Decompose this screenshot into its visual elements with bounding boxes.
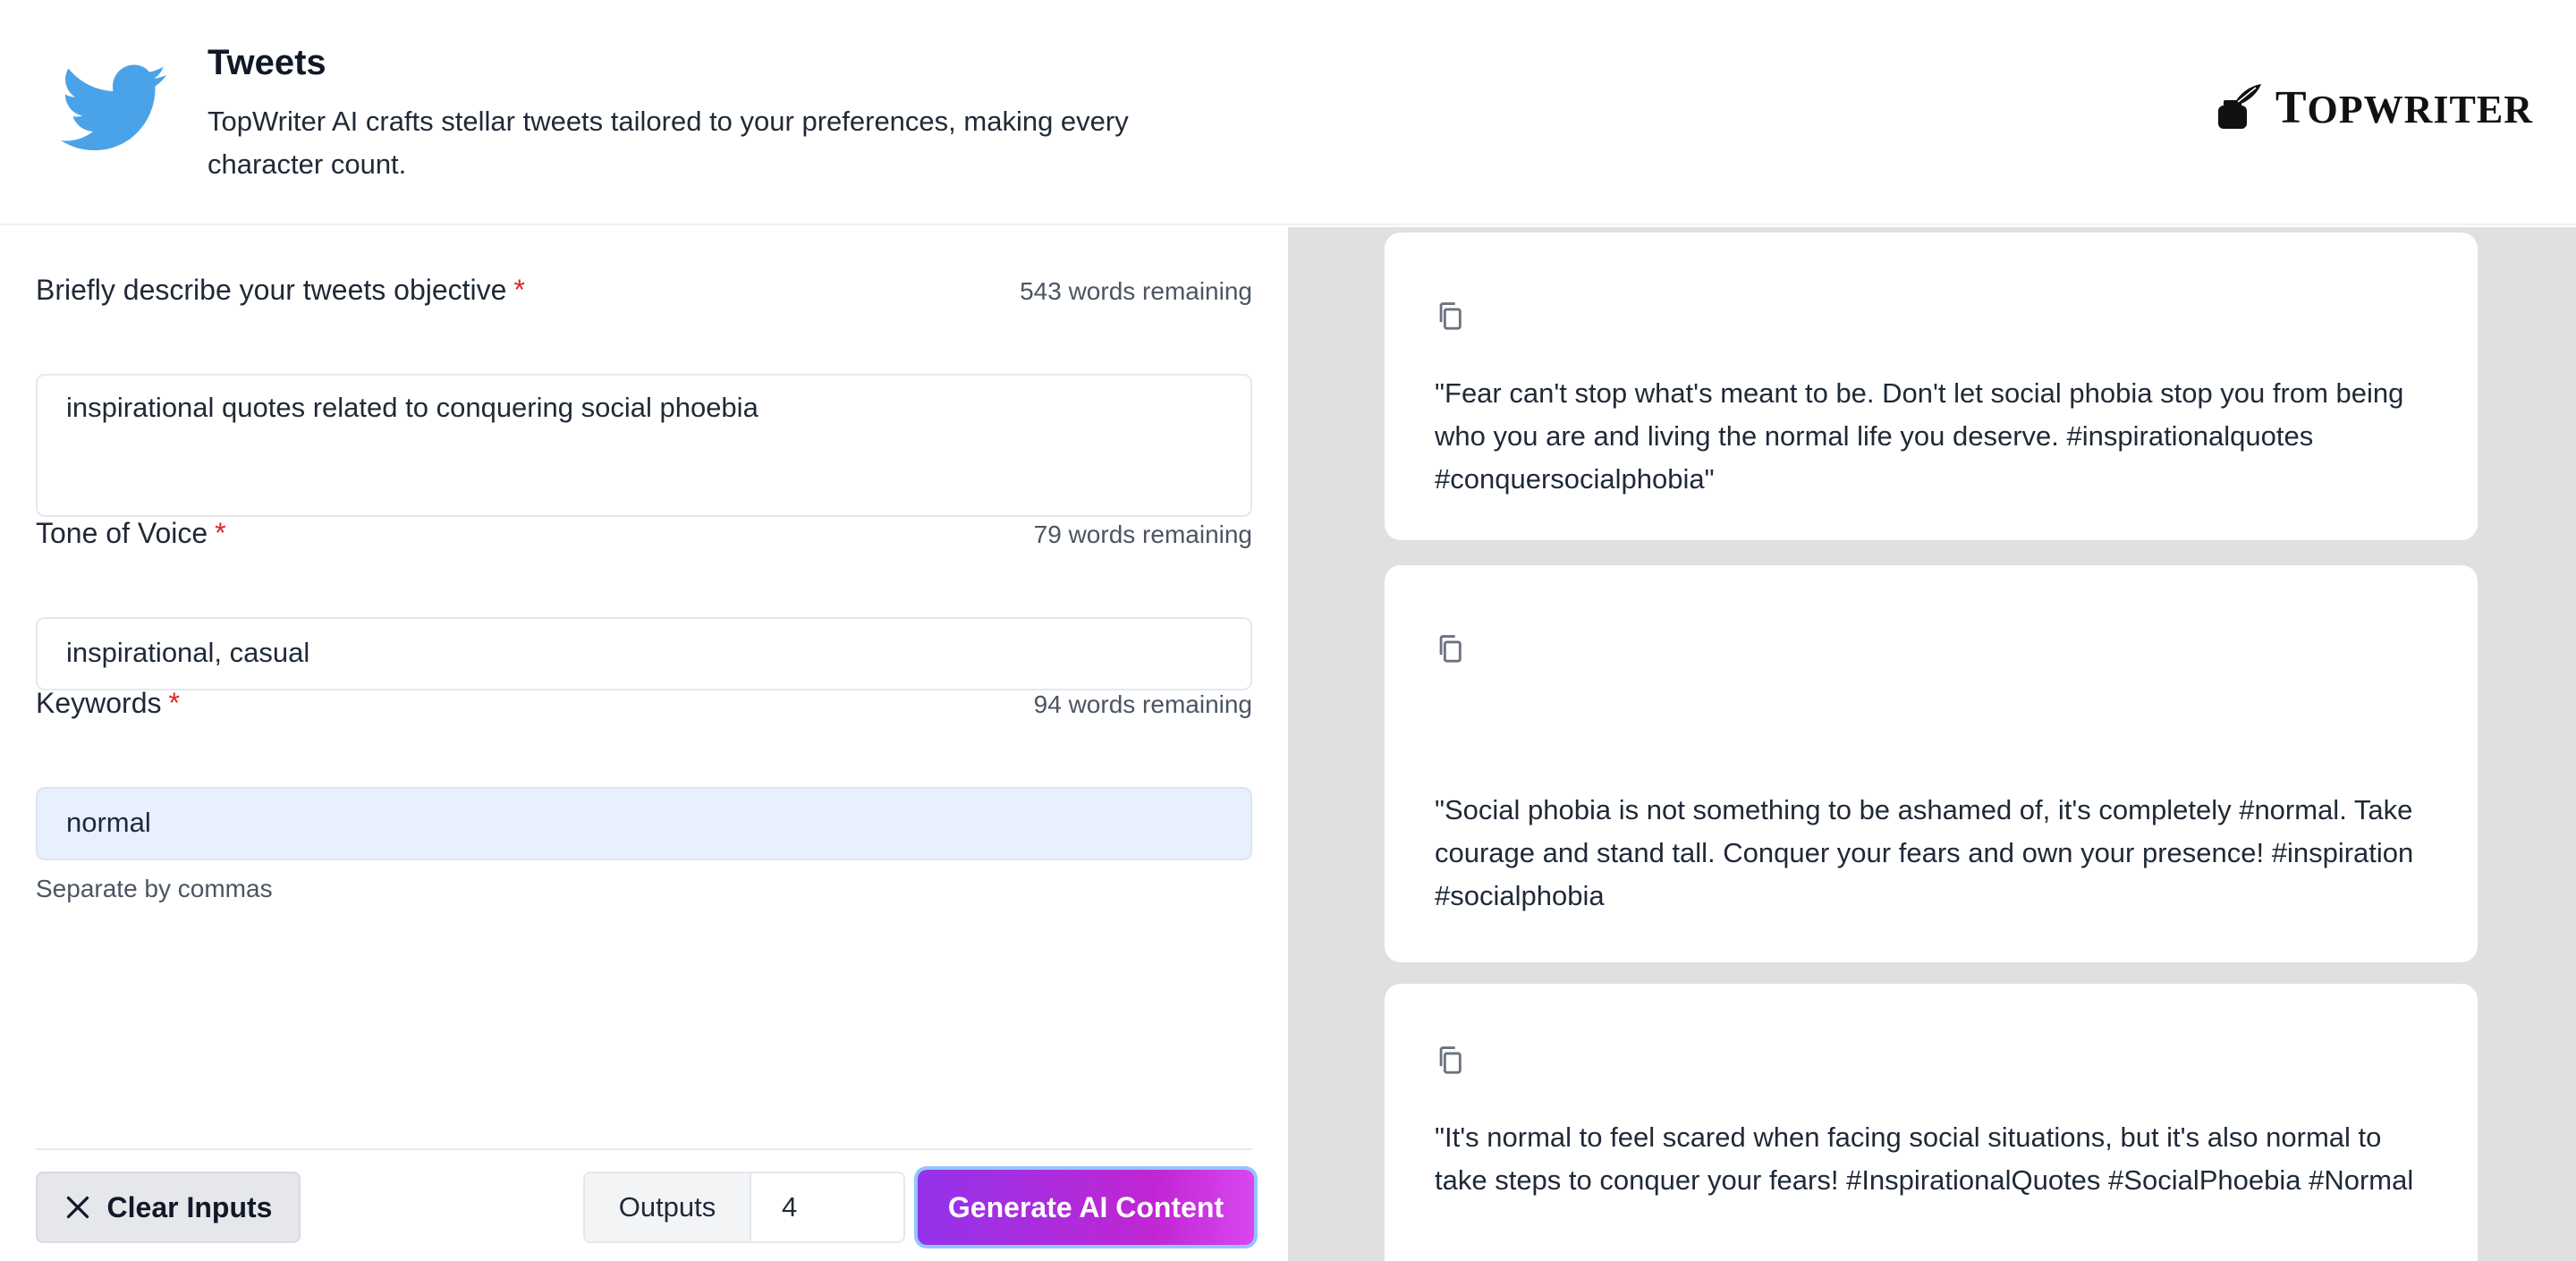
footer-divider bbox=[36, 1148, 1252, 1150]
page-subtitle: TopWriter AI crafts stellar tweets tailo… bbox=[208, 106, 1129, 180]
result-card: "Fear can't stop what's meant to be. Don… bbox=[1385, 233, 2478, 540]
tone-field-group: Tone of Voice * 79 words remaining inspir… bbox=[36, 517, 1252, 690]
topwriter-logo[interactable]: TOPWRITER bbox=[2213, 80, 2533, 134]
required-marker: * bbox=[513, 274, 525, 306]
inkwell-quill-icon bbox=[2217, 84, 2261, 129]
objective-label: Briefly describe your tweets objective * bbox=[36, 274, 525, 306]
tone-label: Tone of Voice * bbox=[36, 517, 226, 549]
brand-wordmark: TOPWRITER bbox=[2275, 81, 2533, 133]
result-card: "It's normal to feel scared when facing … bbox=[1385, 984, 2478, 1261]
twitter-bird-icon bbox=[61, 64, 166, 150]
required-marker: * bbox=[168, 687, 180, 719]
page-title: Tweets bbox=[208, 43, 326, 82]
objective-field-group: Briefly describe your tweets objective * … bbox=[36, 274, 1252, 517]
outputs-count-group: Outputs 4 bbox=[583, 1172, 905, 1243]
clear-inputs-label: Clear Inputs bbox=[106, 1190, 273, 1223]
keywords-label: Keywords * bbox=[36, 687, 180, 719]
required-marker: * bbox=[215, 517, 226, 549]
tone-input[interactable]: inspirational, casual bbox=[36, 617, 1252, 690]
generate-ai-content-button[interactable]: Generate AI Content bbox=[918, 1170, 1254, 1245]
copy-icon[interactable] bbox=[1435, 300, 1465, 331]
keywords-words-remaining: 94 words remaining bbox=[1033, 690, 1252, 718]
objective-textarea[interactable]: inspirational quotes related to conqueri… bbox=[36, 374, 1252, 517]
input-panel: Briefly describe your tweets objective * … bbox=[0, 227, 1288, 1261]
result-text: "It's normal to feel scared when facing … bbox=[1435, 1121, 2414, 1196]
outputs-count-input[interactable]: 4 bbox=[751, 1173, 903, 1241]
result-text: "Fear can't stop what's meant to be. Don… bbox=[1435, 377, 2404, 495]
outputs-label: Outputs bbox=[585, 1173, 751, 1241]
result-card: "Social phobia is not something to be as… bbox=[1385, 565, 2478, 962]
results-panel[interactable]: "Fear can't stop what's meant to be. Don… bbox=[1288, 227, 2576, 1261]
keywords-input[interactable]: normal bbox=[36, 787, 1252, 860]
keywords-hint: Separate by commas bbox=[36, 875, 273, 902]
close-icon bbox=[66, 1196, 89, 1219]
objective-words-remaining: 543 words remaining bbox=[1020, 277, 1252, 305]
result-text: "Social phobia is not something to be as… bbox=[1435, 794, 2414, 911]
tone-words-remaining: 79 words remaining bbox=[1033, 520, 1252, 548]
copy-icon[interactable] bbox=[1435, 633, 1465, 664]
copy-icon[interactable] bbox=[1435, 1045, 1465, 1075]
clear-inputs-button[interactable]: Clear Inputs bbox=[36, 1172, 301, 1243]
keywords-field-group: Keywords * 94 words remaining normal Sepa… bbox=[36, 687, 1252, 902]
app-header: Tweets TopWriter AI crafts stellar tweet… bbox=[0, 0, 2576, 225]
